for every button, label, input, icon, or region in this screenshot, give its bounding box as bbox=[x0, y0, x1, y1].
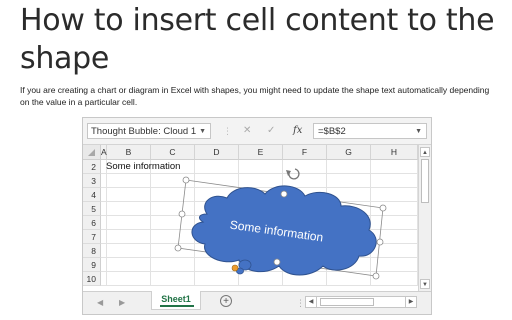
cell-b3[interactable] bbox=[107, 174, 151, 188]
column-header-d[interactable]: D bbox=[195, 145, 239, 160]
cell-h6[interactable] bbox=[371, 216, 418, 230]
cell-c6[interactable] bbox=[151, 216, 195, 230]
cell-h3[interactable] bbox=[371, 174, 418, 188]
cell-b5[interactable] bbox=[107, 202, 151, 216]
row-header-5[interactable]: 5 bbox=[83, 202, 101, 216]
next-sheet-icon[interactable]: ▶ bbox=[119, 296, 125, 310]
cell-c9[interactable] bbox=[151, 258, 195, 272]
cell-h9[interactable] bbox=[371, 258, 418, 272]
cell-b6[interactable] bbox=[107, 216, 151, 230]
active-tab-indicator bbox=[160, 305, 194, 307]
resize-handle-s-icon[interactable] bbox=[273, 258, 281, 266]
scroll-down-icon[interactable]: ▼ bbox=[420, 279, 430, 289]
name-box[interactable]: Thought Bubble: Cloud 1 ▼ bbox=[87, 123, 211, 139]
article-title: How to insert cell content to the shape bbox=[20, 3, 495, 76]
resize-handle-se-icon[interactable] bbox=[372, 272, 380, 280]
column-header-g[interactable]: G bbox=[327, 145, 371, 160]
resize-handle-n-icon[interactable] bbox=[280, 190, 288, 198]
cell-c10[interactable] bbox=[151, 272, 195, 286]
row-header-9[interactable]: 9 bbox=[83, 258, 101, 272]
prev-sheet-icon[interactable]: ◀ bbox=[97, 296, 103, 310]
name-box-value: Thought Bubble: Cloud 1 bbox=[91, 126, 197, 137]
cell-b9[interactable] bbox=[107, 258, 151, 272]
cell-d3[interactable] bbox=[195, 174, 239, 188]
cell-b2[interactable]: Some information bbox=[106, 160, 180, 174]
cancel-icon[interactable]: ✕ bbox=[243, 123, 251, 139]
excel-window: Thought Bubble: Cloud 1 ▼ ⋮ ✕ ✓ fx =$B$2… bbox=[82, 117, 432, 315]
row-header-7[interactable]: 7 bbox=[83, 230, 101, 244]
row-header-6[interactable]: 6 bbox=[83, 216, 101, 230]
cell-e3[interactable] bbox=[239, 174, 283, 188]
column-header-h[interactable]: H bbox=[371, 145, 418, 160]
resize-handle-nw-icon[interactable] bbox=[182, 176, 190, 184]
resize-handle-e-icon[interactable] bbox=[376, 238, 384, 246]
formula-bar: Thought Bubble: Cloud 1 ▼ ⋮ ✕ ✓ fx =$B$2… bbox=[83, 118, 431, 145]
enter-icon[interactable]: ✓ bbox=[267, 123, 275, 139]
cell-b7[interactable] bbox=[107, 230, 151, 244]
column-header-b[interactable]: B bbox=[107, 145, 151, 160]
tab-split-handle-icon[interactable]: ⋮ bbox=[296, 296, 305, 310]
row-header-2[interactable]: 2 bbox=[83, 160, 101, 174]
row-header-10[interactable]: 10 bbox=[83, 272, 101, 286]
cell-c4[interactable] bbox=[151, 188, 195, 202]
cell-d10[interactable] bbox=[195, 272, 239, 286]
sheet-tabs-bar: ◀ ▶ Sheet1 + ⋮ ◀ ▶ bbox=[83, 291, 431, 314]
cell-g2[interactable] bbox=[327, 160, 371, 174]
cell-c8[interactable] bbox=[151, 244, 195, 258]
cell-b4[interactable] bbox=[107, 188, 151, 202]
cell-b8[interactable] bbox=[107, 244, 151, 258]
horizontal-scrollbar[interactable]: ◀ ▶ bbox=[305, 296, 417, 308]
cell-c5[interactable] bbox=[151, 202, 195, 216]
cell-g3[interactable] bbox=[327, 174, 371, 188]
column-header-e[interactable]: E bbox=[239, 145, 283, 160]
row-header-4[interactable]: 4 bbox=[83, 188, 101, 202]
cell-h2[interactable] bbox=[371, 160, 418, 174]
chevron-down-icon[interactable]: ▼ bbox=[415, 124, 422, 140]
sheet-tab-label: Sheet1 bbox=[161, 294, 191, 304]
scroll-right-icon[interactable]: ▶ bbox=[405, 297, 416, 307]
resize-handle-sw-icon[interactable] bbox=[174, 244, 182, 252]
formula-bar-grip-icon: ⋮ bbox=[223, 126, 232, 136]
cell-h5[interactable] bbox=[371, 202, 418, 216]
select-all-corner[interactable] bbox=[83, 145, 101, 160]
article-intro: If you are creating a chart or diagram i… bbox=[20, 85, 490, 107]
chevron-down-icon[interactable]: ▼ bbox=[199, 124, 206, 140]
column-header-f[interactable]: F bbox=[283, 145, 327, 160]
row-header-8[interactable]: 8 bbox=[83, 244, 101, 258]
scroll-left-icon[interactable]: ◀ bbox=[306, 297, 317, 307]
vertical-scrollbar[interactable]: ▲ ▼ bbox=[418, 145, 431, 291]
add-sheet-icon[interactable]: + bbox=[220, 295, 232, 307]
cell-e10[interactable] bbox=[239, 272, 283, 286]
resize-handle-ne-icon[interactable] bbox=[379, 204, 387, 212]
horizontal-scroll-thumb[interactable] bbox=[320, 298, 374, 306]
row-header-3[interactable]: 3 bbox=[83, 174, 101, 188]
cell-e2[interactable] bbox=[239, 160, 283, 174]
cell-h4[interactable] bbox=[371, 188, 418, 202]
insert-function-button[interactable]: fx bbox=[293, 123, 302, 139]
scroll-up-icon[interactable]: ▲ bbox=[420, 147, 430, 157]
resize-handle-w-icon[interactable] bbox=[178, 210, 186, 218]
adjust-handle-icon[interactable] bbox=[231, 264, 239, 272]
vertical-scroll-thumb[interactable] bbox=[421, 159, 429, 203]
formula-input[interactable]: =$B$2 ▼ bbox=[313, 123, 427, 139]
formula-value: =$B$2 bbox=[318, 126, 346, 137]
cell-c7[interactable] bbox=[151, 230, 195, 244]
column-header-c[interactable]: C bbox=[151, 145, 195, 160]
cell-b10[interactable] bbox=[107, 272, 151, 286]
sheet-tab-sheet1[interactable]: Sheet1 bbox=[151, 291, 201, 310]
cell-d2[interactable] bbox=[195, 160, 239, 174]
